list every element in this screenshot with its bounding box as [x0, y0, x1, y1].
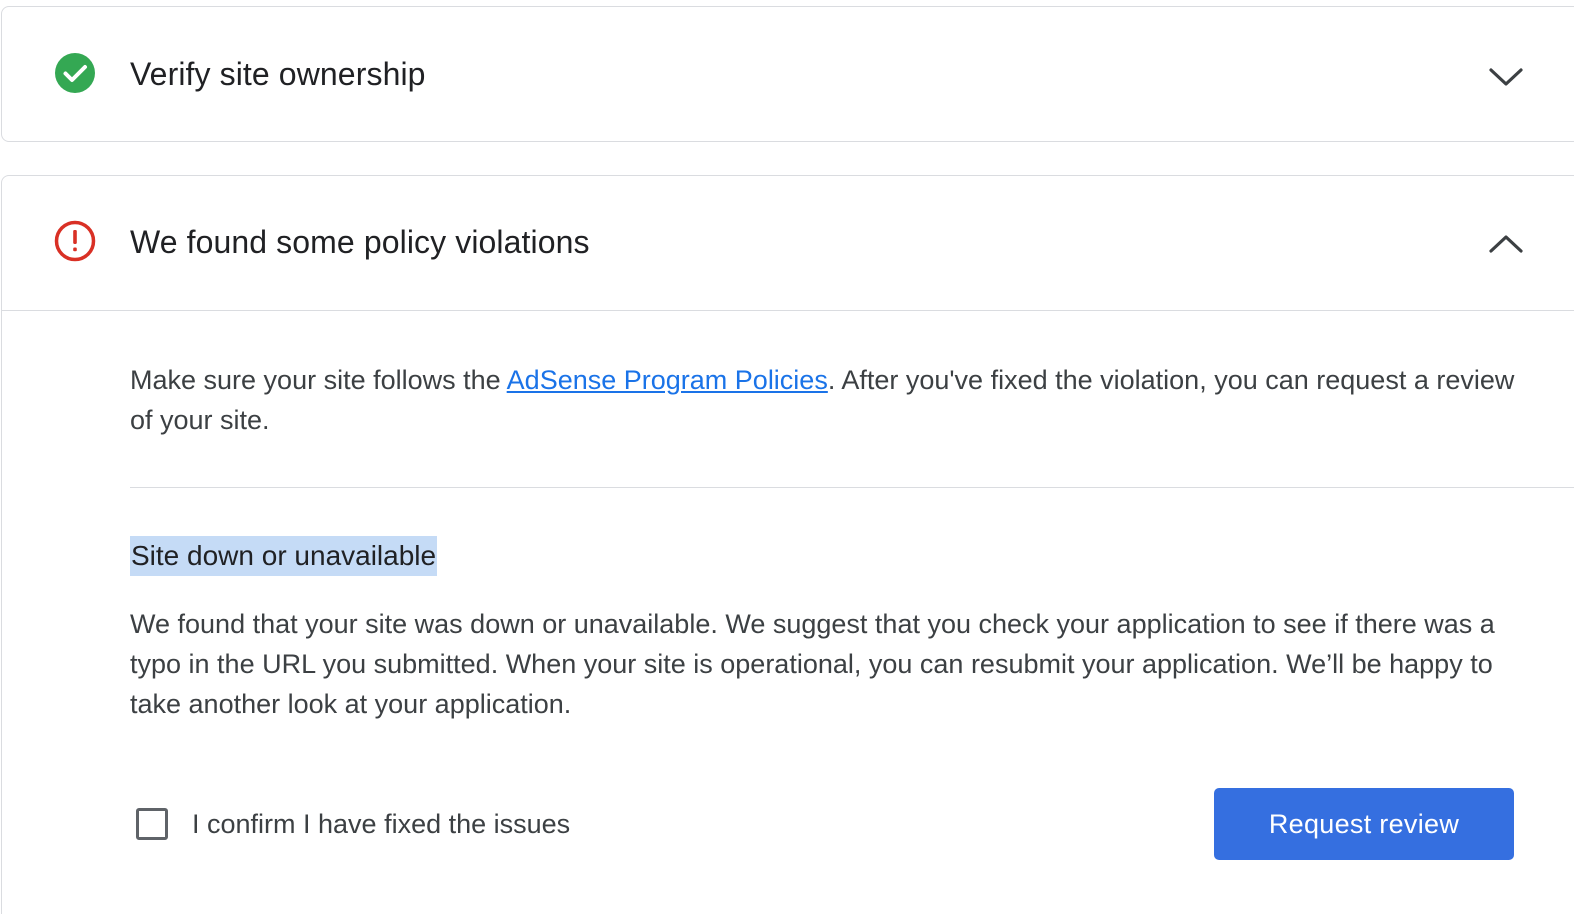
chevron-down-icon[interactable] — [1486, 57, 1526, 97]
request-review-button[interactable]: Request review — [1214, 788, 1514, 860]
verify-ownership-header[interactable]: Verify site ownership — [2, 7, 1574, 141]
policy-violations-card: We found some policy violations Make sur… — [1, 175, 1574, 914]
chevron-up-icon[interactable] — [1486, 224, 1526, 264]
violation-description: We found that your site was down or unav… — [130, 609, 1495, 719]
policy-violations-title: We found some policy violations — [130, 224, 590, 260]
intro-text-before-link: Make sure your site follows the — [130, 365, 507, 395]
policy-intro-text: Make sure your site follows the AdSense … — [130, 360, 1530, 440]
verify-ownership-card: Verify site ownership — [1, 6, 1574, 142]
adsense-policies-link[interactable]: AdSense Program Policies — [507, 365, 828, 395]
violation-title: Site down or unavailable — [130, 536, 438, 576]
check-circle-icon — [55, 53, 95, 93]
header-divider — [2, 310, 1574, 311]
confirm-fixed-checkbox[interactable] — [136, 808, 168, 840]
confirm-fixed-checkbox-row[interactable]: I confirm I have fixed the issues — [136, 802, 570, 846]
page: Verify site ownership We found some poli… — [0, 0, 1574, 914]
policy-violations-header[interactable]: We found some policy violations — [2, 176, 1574, 310]
confirm-fixed-label[interactable]: I confirm I have fixed the issues — [192, 809, 570, 840]
verify-ownership-title: Verify site ownership — [130, 56, 426, 92]
error-circle-icon — [54, 220, 96, 262]
section-divider — [130, 487, 1574, 488]
